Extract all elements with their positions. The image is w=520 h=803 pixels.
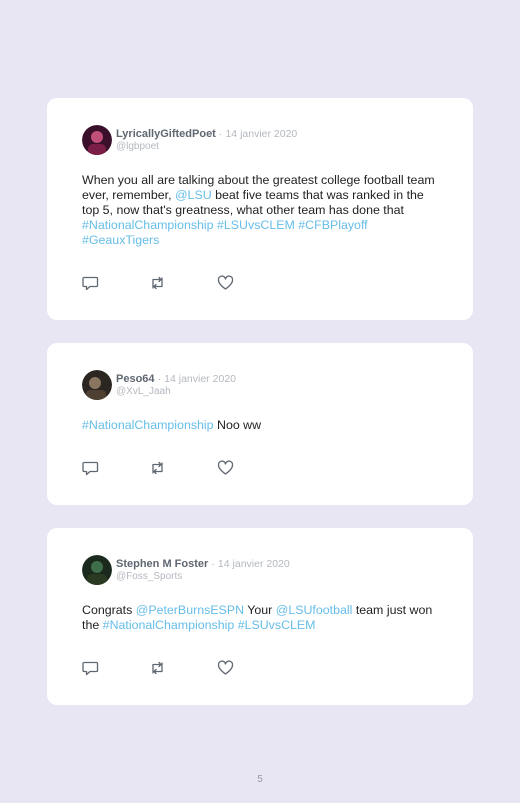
tweet-header: Stephen M Foster · 14 janvier 2020 @Foss… bbox=[82, 555, 290, 585]
text-segment: Congrats bbox=[82, 603, 136, 617]
avatar[interactable] bbox=[82, 370, 112, 400]
separator-dot: · bbox=[157, 372, 162, 385]
reply-icon[interactable] bbox=[82, 460, 99, 476]
heart-icon[interactable] bbox=[217, 660, 234, 676]
tweet-card: LyricallyGiftedPoet · 14 janvier 2020 @l… bbox=[47, 98, 473, 320]
tweet-text: #NationalChampionship Noo ww bbox=[82, 418, 442, 433]
mention-link[interactable]: @LSU bbox=[175, 188, 212, 202]
mention-link[interactable]: @LSUfootball bbox=[276, 603, 353, 617]
separator-dot: · bbox=[218, 127, 223, 140]
retweet-icon[interactable] bbox=[149, 460, 166, 476]
hashtag-link[interactable]: #CFBPlayoff bbox=[298, 218, 367, 232]
retweet-icon[interactable] bbox=[149, 660, 166, 676]
mention-link[interactable]: @PeterBurnsESPN bbox=[136, 603, 244, 617]
author-handle[interactable]: @Foss_Sports bbox=[116, 571, 290, 582]
hashtag-link[interactable]: #NationalChampionship bbox=[103, 618, 235, 632]
heart-icon[interactable] bbox=[217, 275, 234, 291]
retweet-icon[interactable] bbox=[149, 275, 166, 291]
text-segment: Noo ww bbox=[213, 418, 262, 432]
hashtag-link[interactable]: #NationalChampionship bbox=[82, 218, 214, 232]
tweet-card: Stephen M Foster · 14 janvier 2020 @Foss… bbox=[47, 528, 473, 705]
tweet-date[interactable]: 14 janvier 2020 bbox=[164, 373, 236, 385]
tweet-text: When you all are talking about the great… bbox=[82, 173, 442, 248]
separator-dot: · bbox=[211, 557, 215, 570]
hashtag-link[interactable]: #LSUvsCLEM bbox=[238, 618, 316, 632]
text-segment: Your bbox=[244, 603, 276, 617]
author-name[interactable]: Stephen M Foster bbox=[116, 558, 208, 570]
tweet-date[interactable]: 14 janvier 2020 bbox=[218, 558, 290, 570]
hashtag-link[interactable]: #LSUvsCLEM bbox=[217, 218, 295, 232]
tweet-text: Congrats @PeterBurnsESPN Your @LSUfootba… bbox=[82, 603, 442, 633]
tweet-header: LyricallyGiftedPoet · 14 janvier 2020 @l… bbox=[82, 125, 297, 155]
avatar[interactable] bbox=[82, 125, 112, 155]
author-name[interactable]: LyricallyGiftedPoet bbox=[116, 128, 216, 140]
tweet-header: Peso64 · 14 janvier 2020 @XvL_Jaah bbox=[82, 370, 236, 400]
avatar[interactable] bbox=[82, 555, 112, 585]
tweet-card: Peso64 · 14 janvier 2020 @XvL_Jaah #Nati… bbox=[47, 343, 473, 505]
hashtag-link[interactable]: #NationalChampionship bbox=[82, 418, 214, 432]
tweet-date[interactable]: 14 janvier 2020 bbox=[225, 128, 297, 140]
reply-icon[interactable] bbox=[82, 660, 99, 676]
author-name[interactable]: Peso64 bbox=[116, 373, 155, 385]
hashtag-link[interactable]: #GeauxTigers bbox=[82, 233, 159, 247]
author-handle[interactable]: @XvL_Jaah bbox=[116, 386, 236, 397]
reply-icon[interactable] bbox=[82, 275, 99, 291]
author-handle[interactable]: @lgbpoet bbox=[116, 141, 297, 152]
heart-icon[interactable] bbox=[217, 460, 234, 476]
page-number: 5 bbox=[257, 774, 263, 785]
